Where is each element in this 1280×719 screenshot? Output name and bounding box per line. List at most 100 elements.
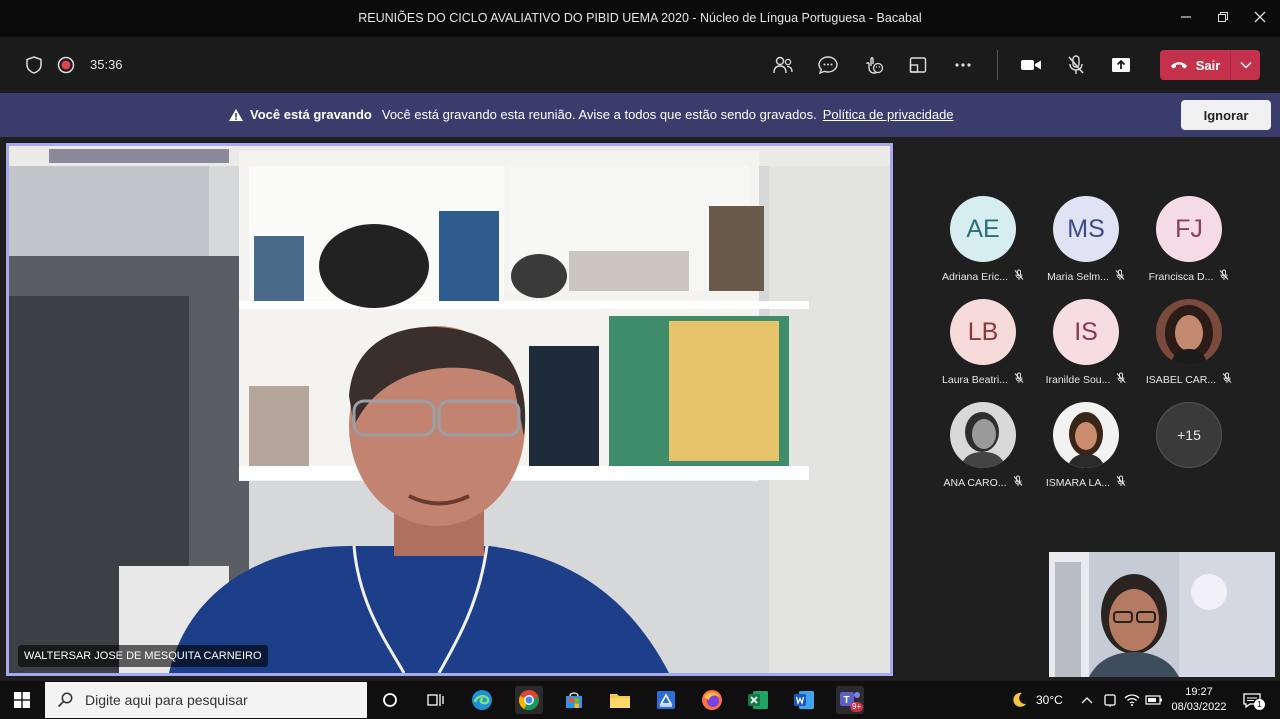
participant-avatar: LB — [950, 299, 1016, 365]
participant-name-row: Maria Selm... — [1036, 269, 1136, 284]
self-view-frame — [1049, 552, 1275, 677]
speaker-name-label: WALTERSAR JOSE DE MESQUITA CARNEIRO — [18, 645, 268, 667]
chat-icon[interactable] — [816, 53, 840, 77]
task-view-icon[interactable] — [421, 686, 449, 714]
share-screen-icon[interactable] — [1109, 53, 1133, 77]
privacy-policy-link[interactable]: Política de privacidade — [823, 107, 954, 122]
taskbar-search-input[interactable]: Digite aqui para pesquisar — [45, 682, 367, 718]
participant-tile[interactable]: ANA CARO... — [933, 402, 1033, 490]
window-title: REUNIÕES DO CICLO AVALIATIVO DO PIBID UE… — [358, 11, 922, 25]
mic-muted-icon[interactable] — [1064, 53, 1088, 77]
clock-time: 19:27 — [1185, 686, 1213, 698]
mic-muted-icon — [1116, 475, 1126, 490]
mic-muted-icon — [1014, 372, 1024, 387]
shield-icon[interactable] — [22, 53, 46, 77]
participant-name: Adriana Eric... — [942, 270, 1008, 283]
notifications-icon[interactable]: 1 — [1238, 686, 1266, 714]
search-placeholder: Digite aqui para pesquisar — [85, 692, 248, 708]
participant-name-row: Laura Beatri... — [933, 372, 1033, 387]
teams-icon[interactable]: T 9+ — [836, 686, 864, 714]
recording-text: Você está gravando esta reunião. Avise a… — [381, 107, 817, 122]
participant-photo — [950, 402, 1016, 468]
app-icon[interactable] — [652, 686, 680, 714]
excel-icon[interactable] — [744, 686, 772, 714]
maximize-button[interactable] — [1213, 8, 1233, 28]
participant-name: Laura Beatri... — [942, 373, 1008, 386]
battery-icon[interactable] — [1140, 686, 1168, 714]
participant-tile[interactable]: IS Iranilde Sou... — [1036, 299, 1136, 387]
participant-name-row: Francisca D... — [1139, 269, 1239, 284]
more-participants-tile[interactable]: +15 — [1139, 402, 1239, 468]
meeting-timer: 35:36 — [90, 57, 123, 72]
svg-text:T: T — [844, 695, 850, 706]
participant-tile[interactable]: LB Laura Beatri... — [933, 299, 1033, 387]
weather-icon[interactable] — [1005, 686, 1033, 714]
file-explorer-icon[interactable] — [606, 686, 634, 714]
participant-name: Maria Selm... — [1047, 270, 1109, 283]
microsoft-store-icon[interactable] — [560, 686, 588, 714]
more-participants-count[interactable]: +15 — [1156, 402, 1222, 468]
chevron-down-icon[interactable] — [1231, 50, 1260, 80]
edge-icon[interactable] — [468, 686, 496, 714]
rooms-icon[interactable] — [906, 53, 930, 77]
close-button[interactable] — [1250, 8, 1270, 28]
temperature: 30°C — [1036, 693, 1063, 707]
participant-name-row: ISABEL CAR... — [1139, 372, 1239, 387]
participant-photo — [1156, 299, 1222, 365]
chrome-icon[interactable] — [515, 686, 543, 714]
participant-name-row: Iranilde Sou... — [1036, 372, 1136, 387]
participant-avatar: FJ — [1156, 196, 1222, 262]
phone-hangup-icon — [1170, 62, 1187, 69]
clock-date: 08/03/2022 — [1171, 701, 1227, 713]
participant-name-row: ANA CARO... — [933, 475, 1033, 490]
mic-muted-icon — [1116, 372, 1126, 387]
cortana-icon[interactable] — [376, 686, 404, 714]
mic-muted-icon — [1219, 269, 1229, 284]
teams-badge: 9+ — [850, 702, 864, 712]
search-icon — [57, 692, 73, 708]
participant-avatar: AE — [950, 196, 1016, 262]
participant-name: ANA CARO... — [943, 476, 1007, 489]
taskbar-clock[interactable]: 19:27 08/03/2022 — [1166, 685, 1232, 715]
mic-muted-icon — [1013, 475, 1023, 490]
participant-name: Iranilde Sou... — [1045, 373, 1111, 386]
leave-button[interactable]: Sair — [1160, 50, 1260, 80]
participant-name-row: Adriana Eric... — [933, 269, 1033, 284]
participant-tile[interactable]: MS Maria Selm... — [1036, 196, 1136, 284]
reactions-icon[interactable] — [861, 53, 885, 77]
mic-muted-icon — [1222, 372, 1232, 387]
title-bar: REUNIÕES DO CICLO AVALIATIVO DO PIBID UE… — [0, 0, 1280, 37]
participant-tile[interactable]: ISABEL CAR... — [1139, 299, 1239, 387]
participant-name: ISMARA LA... — [1045, 476, 1111, 489]
participant-photo — [1053, 402, 1119, 468]
self-view-video[interactable] — [1049, 552, 1275, 677]
participant-tile[interactable]: ISMARA LA... — [1036, 402, 1136, 490]
mic-muted-icon — [1115, 269, 1125, 284]
participant-name-row: ISMARA LA... — [1036, 475, 1136, 490]
firefox-icon[interactable] — [698, 686, 726, 714]
recording-banner: Você está gravando Você está gravando es… — [0, 93, 1280, 137]
notification-count: 1 — [1254, 699, 1265, 710]
meeting-toolbar: 35:36 Sair — [0, 37, 1280, 93]
active-speaker-video[interactable]: WALTERSAR JOSE DE MESQUITA CARNEIRO — [6, 143, 893, 676]
more-options-icon[interactable] — [951, 53, 975, 77]
participant-tile[interactable]: FJ Francisca D... — [1139, 196, 1239, 284]
participant-avatar: IS — [1053, 299, 1119, 365]
participant-avatar: MS — [1053, 196, 1119, 262]
participant-name: ISABEL CAR... — [1145, 373, 1217, 386]
recording-icon — [54, 53, 78, 77]
minimize-button[interactable] — [1176, 8, 1196, 28]
participants-icon[interactable] — [771, 53, 795, 77]
windows-start-icon[interactable] — [0, 681, 44, 719]
windows-taskbar: Digite aqui para pesquisar T 9+ 30°C 19:… — [0, 681, 1280, 719]
camera-icon[interactable] — [1019, 53, 1043, 77]
ignore-button[interactable]: Ignorar — [1181, 100, 1271, 130]
toolbar-divider — [997, 50, 998, 80]
word-icon[interactable] — [790, 686, 818, 714]
speaker-video-frame — [9, 146, 890, 673]
leave-main[interactable]: Sair — [1160, 50, 1230, 80]
warning-icon — [229, 108, 243, 121]
recording-title: Você está gravando — [250, 107, 372, 122]
participant-tile[interactable]: AE Adriana Eric... — [933, 196, 1033, 284]
recording-message: Você está gravando Você está gravando es… — [228, 107, 954, 122]
